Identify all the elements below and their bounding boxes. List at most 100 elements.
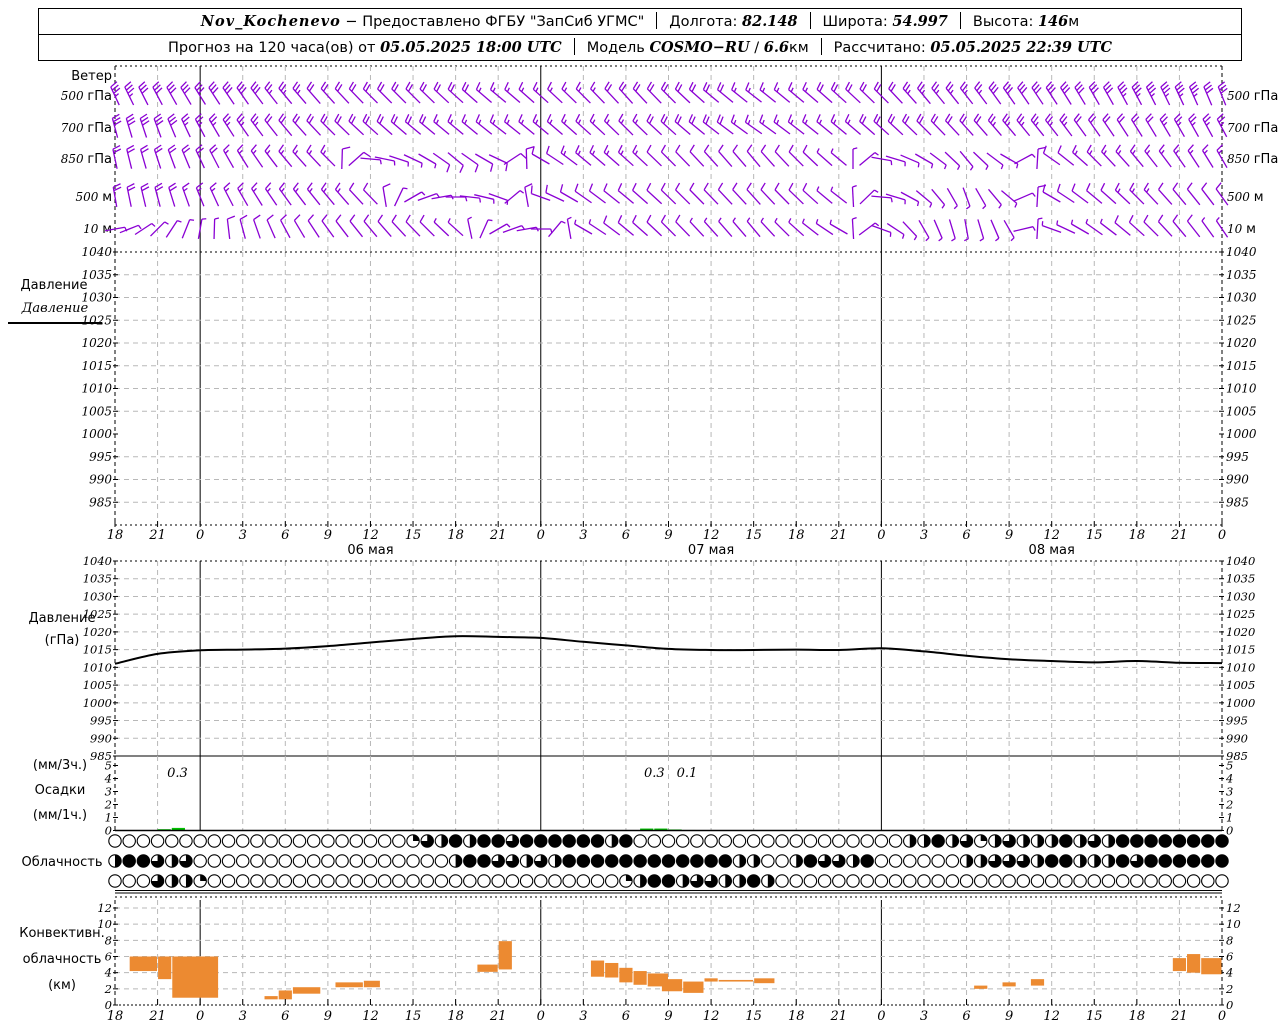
convective-cloud-bar (619, 967, 633, 983)
svg-text:995: 995 (90, 714, 112, 728)
svg-text:08 мая: 08 мая (1029, 543, 1075, 558)
x-axis-temperature: 18 21 0 3 6 9 12 15 18 21 0 3 6 9 12 15 18 21 0 3 6 9 12 15 18 21… (107, 521, 1226, 558)
convective-cloud-bar (1002, 982, 1016, 987)
svg-text:3: 3 (105, 785, 112, 799)
convective-cloud-panel: 12 1210 108 86 64 42 20 0Конвективн.облачность(… (19, 896, 1241, 1012)
svg-text:21: 21 (489, 1009, 507, 1024)
wind-barbs-row-0 (110, 81, 1228, 106)
svg-text:8: 8 (105, 933, 112, 947)
svg-text:0: 0 (1218, 1009, 1226, 1024)
wind-barbs-row-1 (111, 113, 1228, 138)
svg-text:1005: 1005 (83, 678, 112, 692)
wind-level-label: 700 гПа (61, 121, 112, 136)
svg-text:3: 3 (579, 528, 587, 543)
svg-text:0: 0 (196, 528, 204, 543)
svg-text:9: 9 (1005, 528, 1013, 543)
svg-text:990: 990 (90, 731, 112, 745)
convective-cloud-bar (974, 985, 988, 989)
svg-text:3: 3 (579, 1009, 587, 1024)
svg-text:985: 985 (1226, 495, 1249, 509)
wind-panel: Ветер 500 гПа 500 гПа 700 гПа 700 гПа 850 гПа… (61, 65, 1278, 252)
convective-cloud-bar (278, 990, 292, 1000)
svg-text:2: 2 (104, 798, 112, 812)
convective-cloud-bar (363, 980, 380, 988)
convective-cloud-bar (1172, 958, 1187, 972)
convective-cloud-bar (292, 987, 321, 994)
svg-text:1010: 1010 (1226, 660, 1255, 674)
header-text: Модель (586, 40, 650, 56)
svg-text:2: 2 (1225, 982, 1233, 996)
convective-cloud-bar (754, 978, 775, 984)
svg-text:990: 990 (1226, 473, 1249, 487)
svg-text:Ветер: Ветер (71, 69, 112, 84)
svg-text:6: 6 (622, 1009, 630, 1024)
svg-text:1005: 1005 (1226, 404, 1257, 418)
svg-text:06 мая: 06 мая (347, 543, 393, 558)
meteogram-page: Nov_Kochenevo − Предоставлено ФГБУ "ЗапС… (0, 0, 1280, 1024)
svg-text:10: 10 (1226, 917, 1241, 931)
svg-text:1030: 1030 (1226, 291, 1257, 305)
header-separator (959, 12, 961, 29)
svg-text:15: 15 (405, 1009, 422, 1024)
svg-text:1000: 1000 (1226, 696, 1255, 710)
convective-cloud-bar (633, 971, 647, 985)
wind-level-label: 10 м (1227, 222, 1256, 237)
svg-text:4: 4 (104, 966, 112, 980)
header-text: Nov_Kochenevo (200, 13, 341, 30)
header-text: 6.6 (763, 39, 789, 56)
svg-text:0.3: 0.3 (644, 766, 665, 781)
svg-text:1030: 1030 (1226, 589, 1255, 603)
convective-cloud-bar (477, 964, 498, 972)
cloud-row-1 (108, 854, 1229, 868)
svg-text:9: 9 (1005, 1009, 1013, 1024)
svg-text:0: 0 (877, 1009, 885, 1024)
convective-cloud-bar (718, 979, 754, 982)
convective-cloud-bar (335, 982, 363, 988)
convective-cloud-bar (1201, 958, 1222, 975)
wind-level-label: 700 гПа (1227, 121, 1278, 136)
header-text: Рассчитано: (833, 40, 931, 56)
svg-text:6: 6 (281, 1009, 289, 1024)
svg-text:2: 2 (104, 982, 112, 996)
svg-text:1040: 1040 (81, 245, 112, 259)
svg-text:0: 0 (537, 528, 545, 543)
svg-text:995: 995 (89, 450, 112, 464)
wind-level-label: 500 гПа (61, 89, 112, 104)
svg-text:18: 18 (788, 528, 805, 543)
header-text: Долгота: (669, 14, 743, 30)
svg-text:12: 12 (362, 1009, 379, 1024)
wind-level-label: 500 м (75, 190, 112, 205)
svg-text:12: 12 (362, 528, 379, 543)
svg-text:Давление: Давление (21, 301, 89, 316)
convective-cloud-bar (129, 956, 158, 972)
svg-text:1040: 1040 (1226, 554, 1255, 568)
wind-barbs-row-4 (105, 214, 1229, 242)
svg-text:3: 3 (920, 528, 928, 543)
svg-text:5: 5 (105, 759, 112, 773)
header-text: COSMO−RU (649, 39, 750, 56)
svg-text:0: 0 (537, 1009, 545, 1024)
x-axis-bottom: 18 21 0 3 6 9 12 15 18 21 0 3 6 9 12 15 18 21 0 3 6 9 12 15 18 21… (107, 999, 1226, 1024)
svg-text:4: 4 (1225, 772, 1233, 786)
svg-text:1025: 1025 (1226, 607, 1255, 621)
svg-text:4: 4 (1225, 966, 1233, 980)
svg-text:3: 3 (239, 528, 247, 543)
svg-text:0: 0 (1218, 528, 1226, 543)
svg-text:12: 12 (97, 901, 112, 915)
convective-cloud-bar (172, 956, 219, 998)
svg-text:6: 6 (281, 528, 289, 543)
svg-text:15: 15 (1086, 1009, 1103, 1024)
cloud-row-0 (108, 834, 1229, 848)
svg-text:1: 1 (1226, 811, 1233, 825)
svg-text:облачность: облачность (23, 952, 102, 967)
svg-text:3: 3 (1226, 785, 1233, 799)
convective-cloud-bar (1030, 979, 1045, 986)
svg-text:Осадки: Осадки (35, 783, 86, 798)
svg-text:1000: 1000 (81, 427, 112, 441)
svg-text:1015: 1015 (1226, 643, 1255, 657)
svg-text:15: 15 (745, 528, 762, 543)
svg-text:1010: 1010 (81, 382, 112, 396)
svg-text:1040: 1040 (83, 554, 112, 568)
svg-text:12: 12 (703, 1009, 720, 1024)
wind-barbs-row-3 (112, 182, 1229, 210)
